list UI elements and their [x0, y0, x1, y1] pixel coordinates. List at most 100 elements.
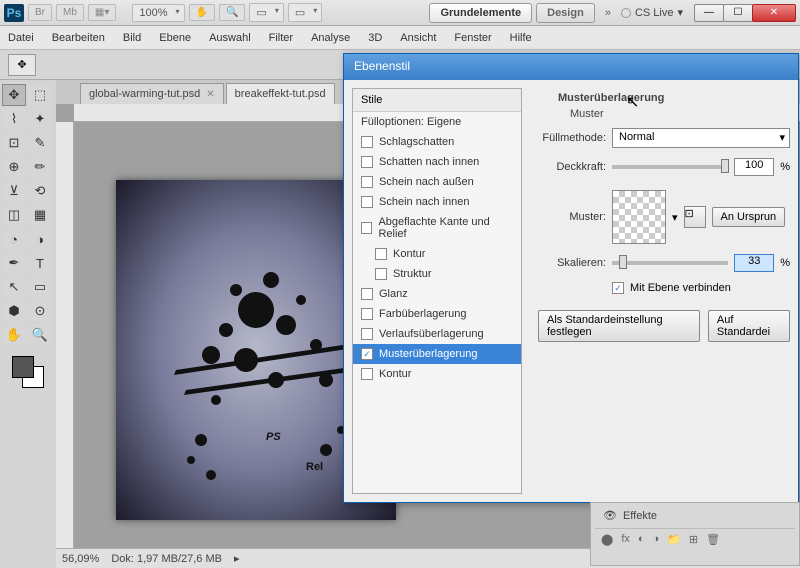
checkbox[interactable] [361, 308, 373, 320]
zoom-tool[interactable]: 🔍 [28, 324, 52, 346]
layout-button[interactable]: ▦▾ [88, 4, 116, 21]
menu-ebene[interactable]: Ebene [159, 32, 191, 44]
style-struktur-sub[interactable]: Struktur [353, 264, 521, 284]
workspace-more[interactable]: » [599, 7, 617, 19]
snap-origin-button[interactable]: An Ursprun [712, 207, 786, 227]
opacity-input[interactable]: 100 [734, 158, 774, 176]
menu-fenster[interactable]: Fenster [454, 32, 491, 44]
eraser-tool[interactable]: ◫ [2, 204, 26, 226]
dialog-title[interactable]: Ebenenstil [344, 54, 798, 80]
zoom-dropdown[interactable]: 100% [132, 4, 184, 22]
opacity-slider[interactable] [612, 165, 728, 169]
view-dropdown[interactable]: ▭ [249, 3, 283, 22]
tab-global-warming[interactable]: global-warming-tut.psd✕ [80, 83, 224, 104]
trash-icon[interactable]: 🗑 [706, 533, 720, 546]
style-schein-aussen[interactable]: Schein nach außen [353, 172, 521, 192]
checkbox[interactable] [361, 196, 373, 208]
style-schatten-innen[interactable]: Schatten nach innen [353, 152, 521, 172]
checkbox[interactable]: ✓ [361, 348, 373, 360]
tab-close-icon[interactable]: ✕ [206, 89, 214, 100]
checkbox[interactable] [361, 222, 372, 234]
style-schein-innen[interactable]: Schein nach innen [353, 192, 521, 212]
brush-tool[interactable]: ✏ [28, 156, 52, 178]
mb-button[interactable]: Mb [56, 4, 84, 21]
path-tool[interactable]: ↖ [2, 276, 26, 298]
menu-datei[interactable]: Datei [8, 32, 34, 44]
reset-default-button[interactable]: Auf Standardei [708, 310, 790, 342]
make-default-button[interactable]: Als Standardeinstellung festlegen [538, 310, 700, 342]
mask-icon[interactable]: ◐ [638, 533, 645, 546]
br-button[interactable]: Br [28, 4, 52, 21]
3d-tool[interactable]: ⬢ [2, 300, 26, 322]
heal-tool[interactable]: ⊕ [2, 156, 26, 178]
gradient-tool[interactable]: ▦ [28, 204, 52, 226]
checkbox[interactable] [361, 328, 373, 340]
styles-header[interactable]: Stile [353, 89, 521, 112]
menu-bild[interactable]: Bild [123, 32, 141, 44]
stamp-tool[interactable]: ⊻ [2, 180, 26, 202]
screen-dropdown[interactable]: ▭ [288, 3, 322, 22]
new-pattern-button[interactable]: ⊡ [684, 206, 706, 228]
move-tool-indicator[interactable]: ✥ [8, 54, 36, 76]
style-musterueberlagerung[interactable]: ✓Musterüberlagerung [353, 344, 521, 364]
effects-row[interactable]: 👁 Effekte [595, 507, 795, 524]
wand-tool[interactable]: ✦ [28, 108, 52, 130]
crop-tool[interactable]: ⊡ [2, 132, 26, 154]
checkbox[interactable] [375, 268, 387, 280]
new-layer-icon[interactable]: ⊞ [689, 533, 698, 546]
zoom-tool-icon[interactable]: 🔍 [219, 4, 245, 21]
lasso-tool[interactable]: ⌇ [2, 108, 26, 130]
dodge-tool[interactable]: ◑ [28, 228, 52, 250]
camera-tool[interactable]: ⊙ [28, 300, 52, 322]
scale-slider[interactable] [612, 261, 728, 265]
history-brush-tool[interactable]: ⟲ [28, 180, 52, 202]
foreground-color[interactable] [12, 356, 34, 378]
tab-breakeffekt[interactable]: breakeffekt-tut.psd [226, 83, 335, 104]
fx-icon[interactable]: fx [621, 533, 630, 546]
menu-filter[interactable]: Filter [269, 32, 293, 44]
blend-mode-dropdown[interactable]: Normal [612, 128, 790, 148]
checkbox[interactable] [375, 248, 387, 260]
checkbox[interactable] [361, 136, 373, 148]
pattern-preview[interactable] [612, 190, 666, 244]
hand-tool[interactable]: ✋ [2, 324, 26, 346]
hand-tool-icon[interactable]: ✋ [189, 4, 215, 21]
scale-input[interactable]: 33 [734, 254, 774, 272]
style-bevel[interactable]: Abgeflachte Kante und Relief [353, 212, 521, 244]
menu-auswahl[interactable]: Auswahl [209, 32, 251, 44]
style-verlaufsueberlagerung[interactable]: Verlaufsüberlagerung [353, 324, 521, 344]
cs-live-button[interactable]: CS Live ▾ [621, 6, 683, 19]
menu-bearbeiten[interactable]: Bearbeiten [52, 32, 105, 44]
workspace-design[interactable]: Design [536, 3, 595, 23]
doc-size[interactable]: Dok: 1,97 MB/27,6 MB [111, 553, 222, 565]
marquee-tool[interactable]: ⬚ [28, 84, 52, 106]
checkbox[interactable] [361, 368, 373, 380]
style-kontur[interactable]: Kontur [353, 364, 521, 384]
menu-hilfe[interactable]: Hilfe [510, 32, 532, 44]
workspace-grundelemente[interactable]: Grundelemente [429, 3, 532, 23]
minimize-button[interactable]: — [694, 4, 724, 22]
pen-tool[interactable]: ✒ [2, 252, 26, 274]
maximize-button[interactable]: ☐ [723, 4, 753, 22]
eye-icon[interactable]: 👁 [603, 509, 617, 522]
menu-analyse[interactable]: Analyse [311, 32, 350, 44]
shape-tool[interactable]: ▭ [28, 276, 52, 298]
zoom-level[interactable]: 56,09% [62, 553, 99, 565]
folder-icon[interactable]: 📁 [667, 533, 681, 546]
checkbox[interactable] [361, 288, 373, 300]
menu-ansicht[interactable]: Ansicht [400, 32, 436, 44]
move-tool[interactable]: ✥ [2, 84, 26, 106]
style-kontur-sub[interactable]: Kontur [353, 244, 521, 264]
checkbox[interactable] [361, 156, 373, 168]
type-tool[interactable]: T [28, 252, 52, 274]
style-glanz[interactable]: Glanz [353, 284, 521, 304]
color-swatches[interactable] [12, 356, 44, 388]
checkbox[interactable] [361, 176, 373, 188]
ruler-vertical[interactable] [56, 122, 74, 550]
style-farbueberlagerung[interactable]: Farbüberlagerung [353, 304, 521, 324]
link-icon[interactable]: ⬤ [601, 533, 613, 546]
style-schlagschatten[interactable]: Schlagschatten [353, 132, 521, 152]
close-button[interactable]: ✕ [752, 4, 796, 22]
link-layer-checkbox[interactable]: ✓ [612, 282, 624, 294]
blur-tool[interactable]: ◔ [2, 228, 26, 250]
